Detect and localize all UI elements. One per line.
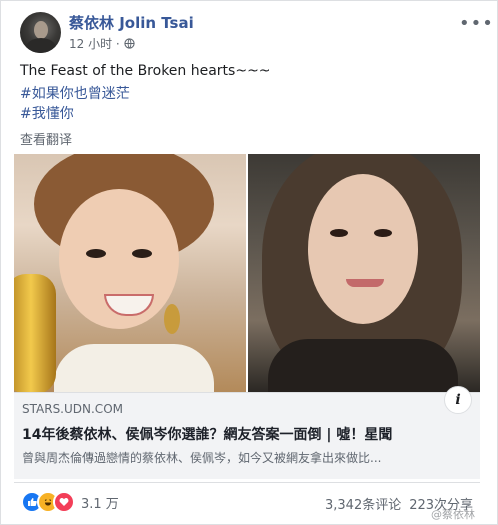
left-photo-eye xyxy=(86,249,106,258)
post-text-line: The Feast of the Broken hearts~~~ xyxy=(20,63,271,79)
left-photo-trophy xyxy=(14,274,56,392)
watermark: @蔡依林 xyxy=(431,508,475,521)
author-name[interactable]: 蔡依林 Jolin Tsai xyxy=(69,12,194,33)
reaction-count: 3.1 万 xyxy=(81,496,119,512)
footer-divider xyxy=(14,482,480,483)
more-options-button[interactable]: ••• xyxy=(459,13,494,34)
right-photo-eye xyxy=(330,229,348,237)
left-photo-earring xyxy=(164,304,180,334)
post-meta: 12 小时 · xyxy=(69,35,135,52)
right-photo-mouth xyxy=(346,279,384,287)
love-icon xyxy=(53,491,75,513)
link-domain: STARS.UDN.COM xyxy=(22,402,123,416)
right-photo-shirt xyxy=(268,339,458,392)
left-photo-shirt xyxy=(54,344,214,392)
right-photo xyxy=(248,154,480,392)
hashtag-link[interactable]: #如果你也曾迷茫 xyxy=(20,83,130,103)
post-card: 蔡依林 Jolin Tsai 12 小时 · ••• The Feast of … xyxy=(0,0,498,525)
comment-count[interactable]: 3,342条评论 xyxy=(325,494,401,513)
right-photo-face xyxy=(308,174,418,324)
see-translation-link[interactable]: 查看翻译 xyxy=(20,129,72,148)
right-photo-eye xyxy=(374,229,392,237)
avatar-body xyxy=(26,38,56,53)
link-preview-box[interactable]: STARS.UDN.COM 14年後蔡依林、侯佩岑你選誰？網友答案一面倒 | 噓… xyxy=(14,392,480,479)
post-time[interactable]: 12 小时 · xyxy=(69,35,120,52)
info-icon[interactable]: i xyxy=(444,386,472,414)
left-photo xyxy=(14,154,246,392)
link-preview-image[interactable] xyxy=(14,154,480,392)
author-avatar[interactable] xyxy=(20,12,61,53)
avatar-face xyxy=(34,21,48,39)
hashtag-link[interactable]: #我懂你 xyxy=(20,103,74,123)
reactions-summary[interactable]: 3.1 万 xyxy=(21,491,119,513)
link-snippet: 曾與周杰倫傳過戀情的蔡依林、侯佩岑，如今又被網友拿出來做比... xyxy=(22,451,382,465)
link-headline[interactable]: 14年後蔡依林、侯佩岑你選誰？網友答案一面倒 | 噓！星聞 xyxy=(22,424,392,444)
globe-icon[interactable] xyxy=(124,38,135,49)
left-photo-eye xyxy=(132,249,152,258)
